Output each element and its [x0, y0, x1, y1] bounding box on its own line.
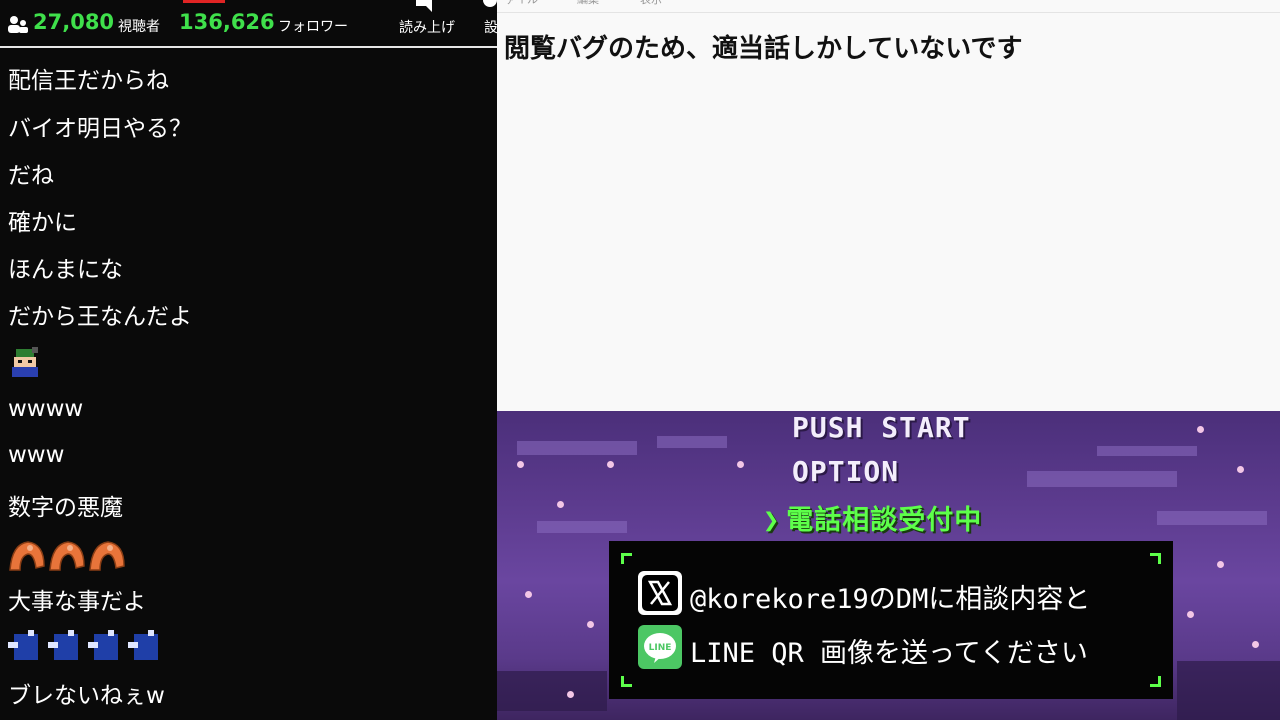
- cloud-decoration: [657, 436, 727, 448]
- chat-message: 大事な事だよ: [8, 589, 146, 615]
- contact-line-text: LINE QR 画像を送ってください: [690, 638, 1088, 669]
- menu-push-start[interactable]: PUSH START: [792, 411, 971, 444]
- x-logo-icon: [638, 571, 682, 615]
- viewer-count: 27,080: [33, 10, 115, 34]
- chat-message: www: [8, 442, 65, 468]
- speaker-icon: [416, 0, 432, 12]
- box-corner: [1150, 676, 1161, 687]
- petal: [1217, 561, 1224, 568]
- line-logo-icon: LINE: [638, 625, 682, 669]
- viewers-icon: [8, 16, 28, 33]
- follower-count: 136,626: [179, 10, 275, 34]
- cloud-decoration: [1097, 446, 1197, 456]
- chat-panel: 27,080 視聴者 136,626 フォロワー 読み上げ 設 配信王だからね …: [0, 0, 497, 720]
- menu-bar: ァイル 編集 表示: [497, 0, 1280, 13]
- notepad-window: ァイル 編集 表示 閲覧バグのため、適当話しかしていないです: [497, 0, 1280, 411]
- chat-message: ほんまにな: [8, 257, 123, 283]
- cloud-decoration: [1157, 511, 1267, 525]
- chevron-right-icon: ❯: [763, 505, 781, 536]
- chat-message: ブレないねぇw: [8, 683, 165, 709]
- petal: [1237, 466, 1244, 473]
- cloud-decoration: [537, 521, 627, 533]
- menu-view[interactable]: 表示: [640, 0, 662, 7]
- cloud-decoration: [517, 441, 637, 455]
- bow-stamp: [9, 541, 125, 571]
- menu-option[interactable]: OPTION: [792, 455, 899, 488]
- box-corner: [621, 676, 632, 687]
- petal: [587, 621, 594, 628]
- viewer-label: 視聴者: [118, 19, 160, 35]
- chat-message: wwww: [8, 396, 84, 422]
- chat-message: だね: [8, 163, 54, 189]
- read-aloud-button[interactable]: 読み上げ: [392, 0, 462, 46]
- cloud-decoration: [1027, 471, 1177, 487]
- character-stamp: [12, 347, 38, 377]
- follower-label: フォロワー: [278, 19, 348, 35]
- hill-decoration: [497, 671, 607, 711]
- petal: [567, 691, 574, 698]
- gear-icon: [483, 0, 497, 7]
- box-corner: [621, 553, 632, 564]
- box-corner: [1150, 553, 1161, 564]
- chat-message: 配信王だからね: [8, 68, 169, 94]
- line-badge-text: LINE: [649, 643, 672, 653]
- chat-message: だから王なんだよ: [8, 304, 192, 330]
- menu-file[interactable]: ァイル: [505, 0, 538, 7]
- figure-stamp: [8, 630, 158, 660]
- contact-x-text: @korekore19のDMに相談内容と: [690, 584, 1091, 615]
- menu-edit[interactable]: 編集: [577, 0, 599, 7]
- petal: [607, 461, 614, 468]
- read-aloud-label: 読み上げ: [399, 20, 455, 36]
- live-indicator: [183, 0, 225, 3]
- menu-consultation-label: 電話相談受付中: [786, 505, 983, 536]
- chat-message: バイオ明日やる？: [8, 116, 192, 142]
- stats-bar: 27,080 視聴者 136,626 フォロワー 読み上げ 設: [0, 0, 497, 48]
- settings-label: 設: [484, 20, 497, 36]
- settings-button[interactable]: 設: [470, 0, 497, 46]
- menu-consultation[interactable]: ❯ 電話相談受付中: [763, 498, 982, 537]
- petal: [1252, 641, 1259, 648]
- petal: [525, 591, 532, 598]
- petal: [557, 501, 564, 508]
- petal: [1197, 426, 1204, 433]
- hill-decoration: [1177, 661, 1280, 720]
- chat-message: 数字の悪魔: [8, 495, 123, 521]
- petal: [517, 461, 524, 468]
- chat-message: 確かに: [8, 210, 77, 236]
- game-screen: PUSH START OPTION ❯ 電話相談受付中 @korekore19のD…: [497, 411, 1280, 720]
- petal: [1187, 611, 1194, 618]
- notepad-text[interactable]: 閲覧バグのため、適当話しかしていないです: [504, 28, 1022, 65]
- petal: [737, 461, 744, 468]
- contact-box: @korekore19のDMに相談内容と LINE LINE QR 画像を送って…: [609, 541, 1173, 699]
